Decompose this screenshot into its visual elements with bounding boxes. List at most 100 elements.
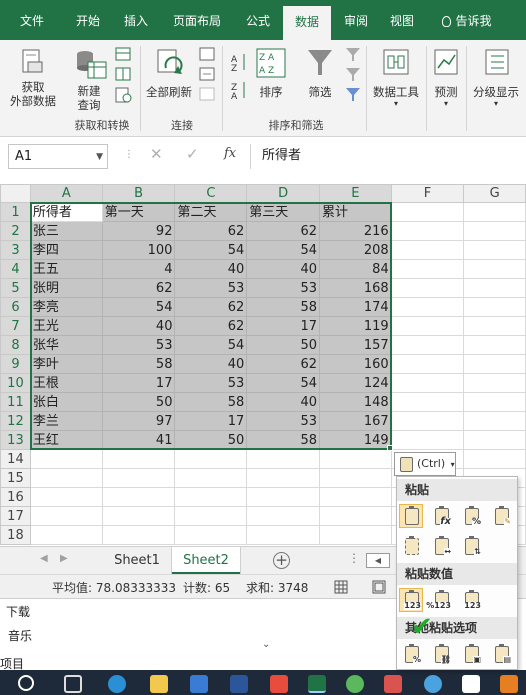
column-header[interactable]: G bbox=[463, 184, 526, 203]
row-header[interactable]: 3 bbox=[0, 240, 31, 260]
cell[interactable] bbox=[390, 373, 465, 393]
cell[interactable]: 李叶 bbox=[29, 354, 103, 374]
cell[interactable]: 168 bbox=[319, 278, 392, 298]
sort-button[interactable]: Z A A Z 排序 bbox=[252, 44, 290, 114]
row-header[interactable]: 17 bbox=[0, 506, 31, 526]
cell[interactable]: 王光 bbox=[29, 316, 103, 336]
cell[interactable] bbox=[390, 221, 465, 241]
paste-values-source-format-icon[interactable]: 123 bbox=[459, 588, 483, 612]
row-header[interactable]: 12 bbox=[0, 411, 31, 431]
confirm-icon[interactable]: ✓ bbox=[186, 145, 199, 163]
cell[interactable] bbox=[246, 449, 321, 469]
cell[interactable] bbox=[29, 487, 103, 507]
cell[interactable]: 92 bbox=[101, 221, 176, 241]
name-box[interactable]: A1 ▼ bbox=[8, 144, 108, 169]
cell[interactable]: 100 bbox=[101, 240, 176, 260]
paste-icon[interactable] bbox=[399, 504, 423, 528]
tab-review[interactable]: 审阅 bbox=[334, 0, 378, 40]
insert-function-icon[interactable]: fx bbox=[224, 146, 236, 161]
row-header[interactable]: 1 bbox=[0, 202, 31, 222]
cell[interactable]: 54 bbox=[174, 240, 248, 260]
page-layout-view-icon[interactable] bbox=[372, 580, 386, 594]
cell[interactable]: 53 bbox=[101, 335, 176, 355]
chevron-down-icon[interactable]: ▼ bbox=[96, 146, 103, 169]
chevron-down-icon[interactable]: ⌄ bbox=[262, 639, 270, 650]
formula-input[interactable]: 所得者 bbox=[250, 144, 526, 169]
cell[interactable] bbox=[463, 411, 526, 431]
cell[interactable] bbox=[463, 221, 526, 241]
tab-page-layout[interactable]: 页面布局 bbox=[164, 0, 230, 40]
cell[interactable] bbox=[390, 202, 465, 222]
cell[interactable] bbox=[390, 316, 465, 336]
cell[interactable]: 54 bbox=[174, 335, 248, 355]
cell[interactable]: 160 bbox=[319, 354, 392, 374]
cell[interactable]: 216 bbox=[319, 221, 392, 241]
cell[interactable]: 17 bbox=[174, 411, 248, 431]
cell[interactable]: 53 bbox=[246, 278, 321, 298]
prev-sheet-icon[interactable]: ◀ bbox=[40, 553, 48, 564]
cell[interactable] bbox=[319, 506, 392, 526]
cell[interactable] bbox=[246, 506, 321, 526]
column-header[interactable]: A bbox=[29, 184, 103, 203]
cell[interactable]: 62 bbox=[246, 354, 321, 374]
row-header[interactable]: 8 bbox=[0, 335, 31, 355]
cell[interactable]: 50 bbox=[174, 430, 248, 450]
search-icon[interactable] bbox=[18, 675, 34, 691]
store-icon[interactable] bbox=[190, 675, 208, 693]
new-query-button[interactable]: 新建 查询 bbox=[68, 44, 110, 114]
wechat-icon[interactable] bbox=[346, 675, 364, 693]
cell[interactable]: 张华 bbox=[29, 335, 103, 355]
cell[interactable]: 62 bbox=[174, 297, 248, 317]
explorer-item-downloads[interactable]: 下载 bbox=[6, 603, 30, 620]
cell[interactable] bbox=[319, 487, 392, 507]
cell[interactable]: 54 bbox=[246, 373, 321, 393]
cell[interactable] bbox=[246, 487, 321, 507]
cell[interactable] bbox=[390, 278, 465, 298]
row-header[interactable]: 2 bbox=[0, 221, 31, 241]
paste-values-icon[interactable]: 123 bbox=[399, 588, 423, 612]
sort-az-za-icons[interactable]: A Z Z A bbox=[229, 50, 249, 102]
fill-handle[interactable] bbox=[387, 445, 393, 451]
cell[interactable]: 李四 bbox=[29, 240, 103, 260]
filter-button[interactable]: 筛选 bbox=[300, 44, 340, 114]
row-header[interactable]: 4 bbox=[0, 259, 31, 279]
cell[interactable] bbox=[463, 316, 526, 336]
cell[interactable]: 张白 bbox=[29, 392, 103, 412]
column-header[interactable]: D bbox=[246, 184, 321, 203]
cell[interactable] bbox=[246, 468, 321, 488]
cell[interactable] bbox=[319, 449, 392, 469]
cell[interactable] bbox=[463, 354, 526, 374]
cell[interactable]: 王五 bbox=[29, 259, 103, 279]
cell[interactable]: 53 bbox=[246, 411, 321, 431]
tell-me-box[interactable]: 告诉我 bbox=[432, 0, 502, 40]
cell[interactable]: 54 bbox=[101, 297, 176, 317]
cell[interactable] bbox=[463, 430, 526, 450]
cell[interactable] bbox=[101, 468, 176, 488]
edge-browser-icon[interactable] bbox=[108, 675, 126, 693]
cell[interactable]: 王根 bbox=[29, 373, 103, 393]
cell[interactable]: 53 bbox=[174, 278, 248, 298]
cell[interactable] bbox=[29, 468, 103, 488]
cell[interactable]: 李兰 bbox=[29, 411, 103, 431]
app-icon[interactable] bbox=[500, 675, 518, 693]
cell[interactable]: 84 bbox=[319, 259, 392, 279]
get-external-data-button[interactable]: 获取 外部数据 bbox=[2, 44, 64, 114]
cell[interactable]: 58 bbox=[101, 354, 176, 374]
cell[interactable] bbox=[101, 506, 176, 526]
filter-small-icons[interactable] bbox=[344, 46, 362, 106]
cell[interactable]: 174 bbox=[319, 297, 392, 317]
paste-values-number-format-icon[interactable]: %123 bbox=[426, 588, 453, 612]
cell[interactable] bbox=[463, 259, 526, 279]
cell[interactable]: 李亮 bbox=[29, 297, 103, 317]
cell[interactable]: 累计 bbox=[319, 202, 392, 222]
cell[interactable]: 40 bbox=[101, 316, 176, 336]
paste-link-icon[interactable]: ⛓ bbox=[429, 642, 453, 666]
cell[interactable] bbox=[319, 525, 392, 545]
paste-picture-icon[interactable]: ▣ bbox=[459, 642, 483, 666]
cell[interactable]: 张明 bbox=[29, 278, 103, 298]
app-icon[interactable] bbox=[424, 675, 442, 693]
paste-no-borders-icon[interactable] bbox=[399, 534, 423, 558]
cell[interactable] bbox=[101, 525, 176, 545]
paste-linked-picture-icon[interactable]: ▤ bbox=[489, 642, 513, 666]
paste-transpose-icon[interactable]: ⇅ bbox=[459, 534, 483, 558]
